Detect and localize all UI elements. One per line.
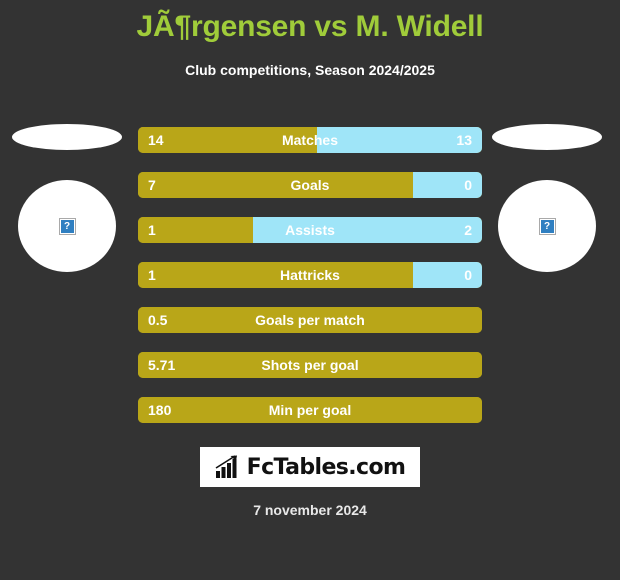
stat-value-away: 0 [464,177,472,193]
stat-label: Shots per goal [261,357,359,373]
page-subtitle: Club competitions, Season 2024/2025 [185,62,435,78]
stat-bar-row: 7 Goals 0 [138,172,482,198]
avatar-right: ? [498,180,596,272]
stat-label: Goals per match [255,312,365,328]
stat-label: Min per goal [268,402,352,418]
stat-bar-row: 5.71 Shots per goal [138,352,482,378]
stat-label: Hattricks [280,267,340,283]
stat-bar-row: 0.5 Goals per match [138,307,482,333]
avatar-ellipse-top-left [12,124,122,150]
bar-chart-icon [215,455,237,478]
avatar-left: ? [18,180,116,272]
stat-bars-container: 14 Matches 13 7 Goals 0 1 Assists 2 1 Hattricks 0 0.… [138,127,482,442]
page-title: JÃ¶rgensen vs M. Widell [136,10,484,43]
player-avatar-right: ? [486,110,616,272]
stat-value-away: 13 [456,132,472,148]
footer-date: 7 november 2024 [253,502,367,518]
stat-bar-row: 1 Hattricks 0 [138,262,482,288]
stat-bar-row: 180 Min per goal [138,397,482,423]
player-avatar-left: ? [6,110,136,272]
broken-image-glyph: ? [60,219,74,233]
fctables-logo[interactable]: FcTables.com [200,447,420,487]
broken-image-icon: ? [58,217,76,235]
stat-bar-row: 1 Assists 2 [138,217,482,243]
avatar-ellipse-top-right [492,124,602,150]
broken-image-icon: ? [538,217,556,235]
stat-value-away: 0 [464,267,472,283]
stat-label: Goals [290,177,330,193]
broken-image-glyph: ? [540,219,554,233]
stat-value-away: 2 [464,222,472,238]
stat-label: Matches [281,132,339,148]
player-comparison-infographic: JÃ¶rgensen vs M. Widell Club competition… [0,0,620,580]
stat-bar-row: 14 Matches 13 [138,127,482,153]
fctables-logo-text: FcTables.com [246,454,406,480]
stat-label: Assists [285,222,335,238]
